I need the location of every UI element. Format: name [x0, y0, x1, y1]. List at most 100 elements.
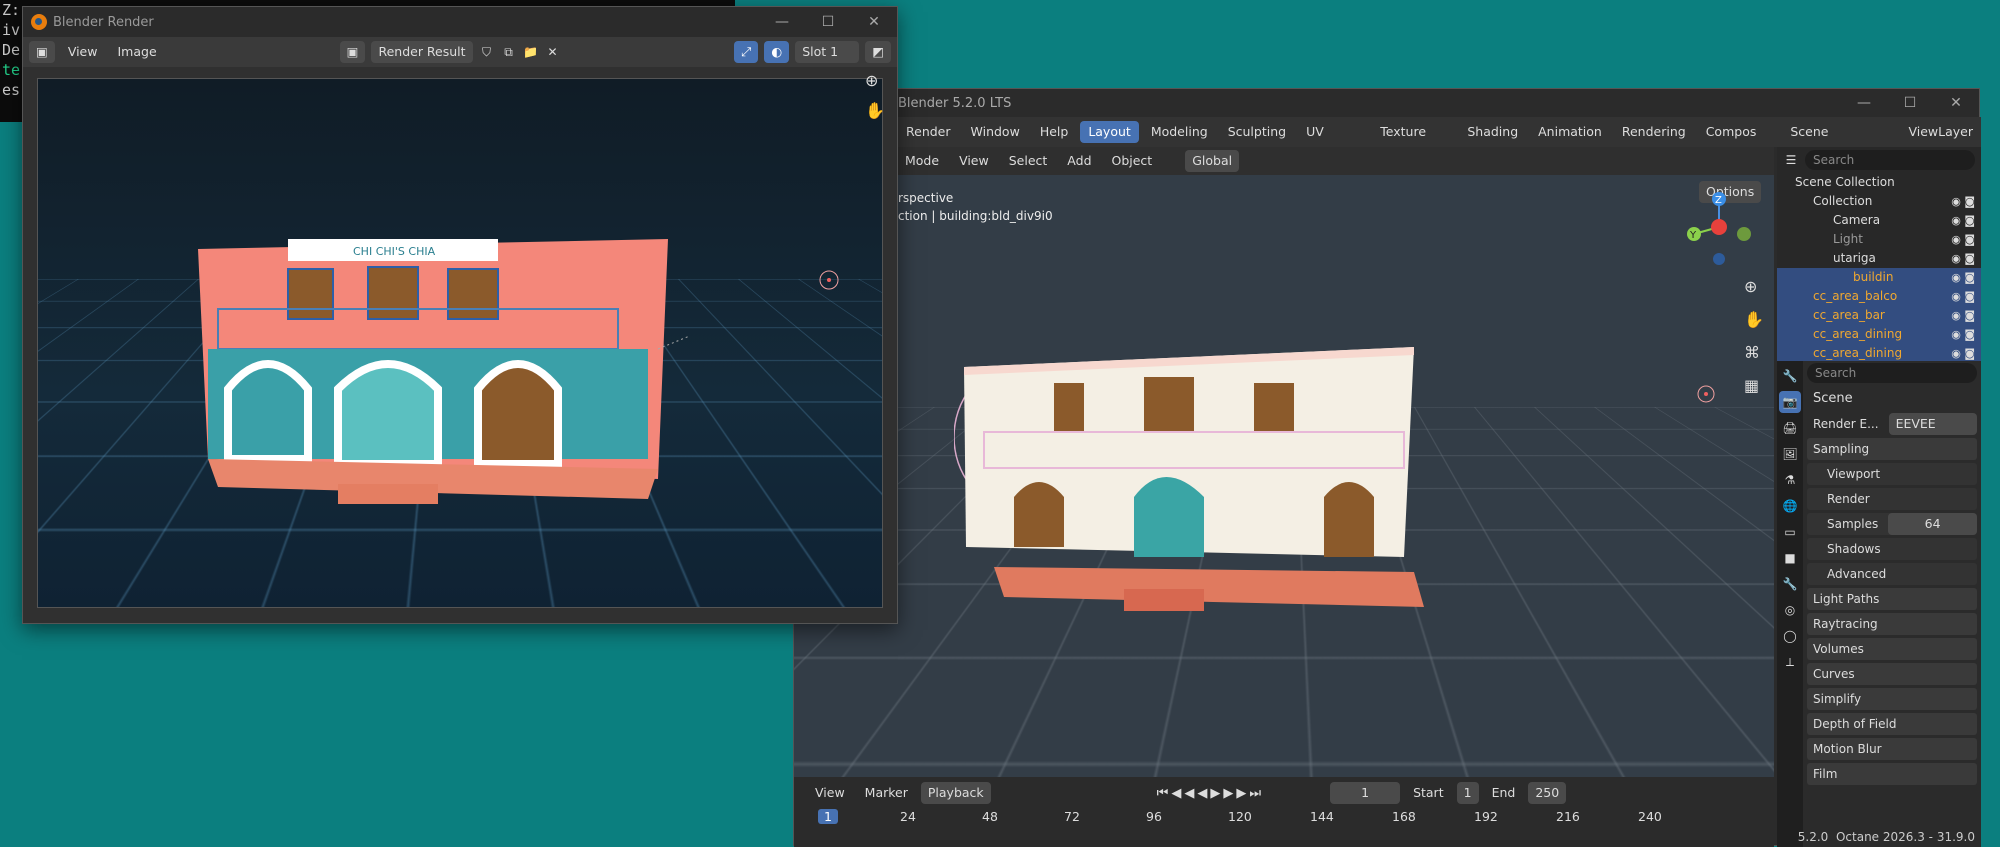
eye-icon[interactable]: ◉ ◙: [1951, 306, 1975, 325]
outliner-light[interactable]: Light ◉ ◙: [1777, 230, 1981, 249]
outliner-display-icon[interactable]: ☰: [1783, 152, 1799, 168]
raytracing-panel[interactable]: Raytracing: [1807, 613, 1977, 635]
pan-icon[interactable]: ✋: [865, 101, 885, 120]
overlay-icon[interactable]: ◐: [764, 41, 789, 63]
collection-tab-icon[interactable]: ▭: [1779, 521, 1801, 543]
current-frame-field[interactable]: 1: [1330, 782, 1400, 804]
maximize-icon[interactable]: ☐: [805, 14, 851, 30]
add-menu[interactable]: Add: [1060, 150, 1098, 172]
tab-rendering[interactable]: Rendering: [1614, 121, 1694, 143]
view-menu[interactable]: View: [61, 41, 105, 63]
orientation-dropdown[interactable]: Global: [1185, 150, 1239, 172]
close-icon[interactable]: ✕: [851, 14, 897, 30]
camera-view-icon[interactable]: ⌘: [1744, 343, 1764, 362]
simplify-panel[interactable]: Simplify: [1807, 688, 1977, 710]
light-paths-panel[interactable]: Light Paths: [1807, 588, 1977, 610]
eye-icon[interactable]: ◉ ◙: [1951, 325, 1975, 344]
eye-icon[interactable]: ◉ ◙: [1951, 249, 1975, 268]
world-tab-icon[interactable]: 🌐: [1779, 495, 1801, 517]
curves-panel[interactable]: Curves: [1807, 663, 1977, 685]
particles-tab-icon[interactable]: ◎: [1779, 599, 1801, 621]
samples-field[interactable]: 64: [1888, 513, 1977, 535]
close-icon[interactable]: ✕: [1933, 95, 1979, 111]
end-frame-field[interactable]: 250: [1528, 782, 1566, 804]
modifier-tab-icon[interactable]: 🔧: [1779, 573, 1801, 595]
outliner-utariga[interactable]: utariga ◉ ◙: [1777, 249, 1981, 268]
scene-tab-icon[interactable]: ⚗: [1779, 469, 1801, 491]
timeline-ruler[interactable]: 1 24 48 72 96 120 144 168 192 216 240: [794, 809, 1774, 824]
eye-icon[interactable]: ◉ ◙: [1951, 211, 1975, 230]
eye-icon[interactable]: ◉ ◙: [1951, 268, 1975, 287]
outliner-scene-collection[interactable]: Scene Collection: [1777, 173, 1981, 192]
volumes-panel[interactable]: Volumes: [1807, 638, 1977, 660]
render-engine-dropdown[interactable]: EEVEE: [1889, 413, 1977, 435]
data-tab-icon[interactable]: ⟂: [1779, 651, 1801, 673]
close-image-icon[interactable]: ✕: [545, 44, 561, 60]
advanced-subpanel[interactable]: Advanced: [1807, 563, 1977, 585]
tab-uv-editing[interactable]: UV Editing: [1298, 121, 1368, 143]
tab-shading[interactable]: Shading: [1459, 121, 1526, 143]
outliner-cc-area[interactable]: cc_area_bar ◉ ◙: [1777, 306, 1981, 325]
render-subpanel[interactable]: Render: [1807, 488, 1977, 510]
tab-layout[interactable]: Layout: [1080, 121, 1139, 143]
properties-search-input[interactable]: Search: [1807, 363, 1977, 383]
tab-animation[interactable]: Animation: [1530, 121, 1610, 143]
building-model-viewport[interactable]: [954, 347, 1434, 687]
timeline-view-menu[interactable]: View: [808, 782, 852, 804]
tab-modeling[interactable]: Modeling: [1143, 121, 1216, 143]
image-menu[interactable]: Image: [110, 41, 163, 63]
outliner-building[interactable]: buildin ◉ ◙: [1777, 268, 1981, 287]
ortho-grid-icon[interactable]: ▦: [1744, 376, 1764, 395]
display-channels-icon[interactable]: ◩: [865, 41, 891, 63]
motion-blur-panel[interactable]: Motion Blur: [1807, 738, 1977, 760]
tab-texture-paint[interactable]: Texture Paint: [1372, 121, 1455, 143]
timeline-marker-menu[interactable]: Marker: [858, 782, 915, 804]
outliner-camera[interactable]: Camera ◉ ◙: [1777, 211, 1981, 230]
viewport-subpanel[interactable]: Viewport: [1807, 463, 1977, 485]
sampling-panel[interactable]: Sampling: [1807, 438, 1977, 460]
playback-controls[interactable]: ⏮◀◀◀▶▶▶⏭: [1157, 786, 1264, 801]
outliner-cc-area[interactable]: cc_area_dining ◉ ◙: [1777, 325, 1981, 344]
view-menu[interactable]: View: [952, 150, 996, 172]
editor-type-icon[interactable]: ▣: [29, 41, 55, 63]
image-browse-icon[interactable]: ▣: [340, 41, 366, 63]
image-name-field[interactable]: Render Result: [371, 41, 472, 63]
pivot-icon[interactable]: ⤢: [734, 41, 758, 63]
object-tab-icon[interactable]: ■: [1779, 547, 1801, 569]
minimize-icon[interactable]: —: [1841, 95, 1887, 111]
physics-tab-icon[interactable]: ◯: [1779, 625, 1801, 647]
mode-dropdown[interactable]: Mode: [898, 150, 946, 172]
current-frame-marker[interactable]: 1: [818, 809, 838, 824]
playback-dropdown[interactable]: Playback: [921, 782, 991, 804]
start-frame-field[interactable]: 1: [1457, 782, 1479, 804]
depth-of-field-panel[interactable]: Depth of Field: [1807, 713, 1977, 735]
view-layer-tab-icon[interactable]: 🖼: [1779, 443, 1801, 465]
menu-render[interactable]: Render: [898, 121, 959, 143]
navigation-gizmo[interactable]: Z Y: [1674, 187, 1764, 267]
tab-sculpting[interactable]: Sculpting: [1220, 121, 1294, 143]
outliner-search-input[interactable]: Search: [1805, 150, 1975, 170]
3d-viewport[interactable]: Mode View Select Add Object Global Optio…: [794, 147, 1774, 777]
outliner-collection[interactable]: Collection ◉ ◙: [1777, 192, 1981, 211]
eye-icon[interactable]: ◉ ◙: [1951, 287, 1975, 306]
view-layer-selector[interactable]: ViewLayer: [1900, 121, 1981, 143]
zoom-icon[interactable]: ⊕: [1744, 277, 1764, 296]
eye-icon[interactable]: ◉ ◙: [1951, 230, 1975, 249]
menu-window[interactable]: Window: [963, 121, 1028, 143]
select-menu[interactable]: Select: [1002, 150, 1055, 172]
output-tab-icon[interactable]: 🖨: [1779, 417, 1801, 439]
render-tab-icon[interactable]: 📷: [1779, 391, 1801, 413]
film-panel[interactable]: Film: [1807, 763, 1977, 785]
scene-selector[interactable]: Scene: [1782, 121, 1836, 143]
tab-compositing[interactable]: Compos: [1698, 121, 1765, 143]
folder-icon[interactable]: 📁: [523, 44, 539, 60]
zoom-icon[interactable]: ⊕: [865, 71, 878, 90]
shield-icon[interactable]: ⛉: [479, 44, 495, 60]
eye-icon[interactable]: ◉ ◙: [1951, 192, 1975, 211]
duplicate-icon[interactable]: ⧉: [501, 44, 517, 60]
pan-icon[interactable]: ✋: [1744, 310, 1764, 329]
outliner-cc-area[interactable]: cc_area_balco ◉ ◙: [1777, 287, 1981, 306]
minimize-icon[interactable]: —: [759, 14, 805, 30]
maximize-icon[interactable]: ☐: [1887, 95, 1933, 111]
shadows-subpanel[interactable]: Shadows: [1807, 538, 1977, 560]
